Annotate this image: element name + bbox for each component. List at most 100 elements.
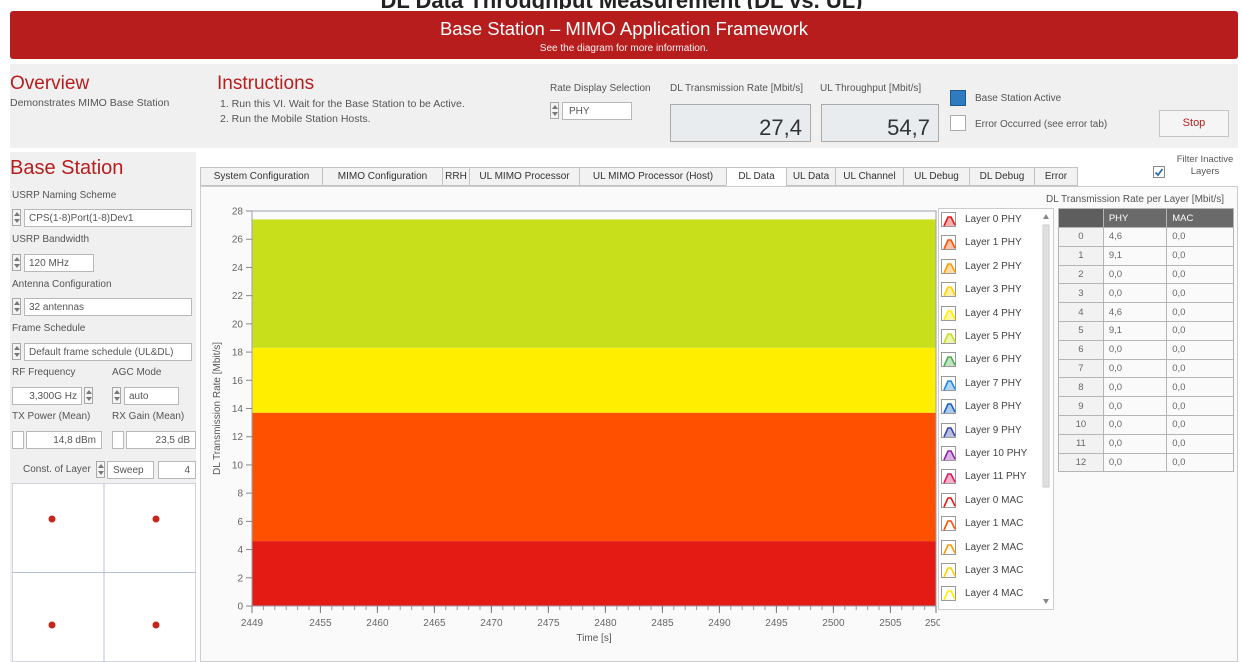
x-tick-label: 2455 [309, 618, 332, 629]
tab-ul-mimo-processor-host[interactable]: UL MIMO Processor (Host) [579, 167, 727, 186]
legend-item[interactable]: Layer 0 PHY [941, 211, 1045, 229]
rf-frequency-spinner[interactable] [84, 387, 93, 404]
tab-ul-channel[interactable]: UL Channel [835, 167, 904, 186]
plot-line-icon [941, 235, 956, 251]
legend-item[interactable]: Layer 5 PHY [941, 328, 1045, 346]
plot-line-icon [941, 516, 956, 532]
tab-error[interactable]: Error [1034, 167, 1078, 186]
table-cell-phy: 0,0 [1102, 414, 1168, 435]
instructions-line-1: 1. Run this VI. Wait for the Base Statio… [220, 98, 465, 110]
plot-legend: Layer 0 PHY Layer 1 PHY Layer 2 PHY Layer 3… [938, 208, 1054, 610]
y-tick-label: 18 [232, 348, 244, 359]
layer-rate-table: PHY MAC 0 4,6 0,0 1 9,1 0,0 2 0,0 0,0 3 0,0 0,0 4 4,6… [1058, 208, 1234, 473]
legend-item[interactable]: Layer 1 PHY [941, 234, 1045, 252]
const-layer-field[interactable]: 4 [158, 461, 196, 479]
x-tick-label: 2465 [423, 618, 446, 629]
legend-item[interactable]: Layer 2 PHY [941, 258, 1045, 276]
overview-text: Demonstrates MIMO Base Station [10, 97, 170, 109]
constellation-point [48, 515, 56, 523]
tab-mimo-configuration[interactable]: MIMO Configuration [322, 167, 443, 186]
ul-rate-label: UL Throughput [Mbit/s] [820, 83, 922, 94]
legend-item[interactable]: Layer 3 MAC [941, 562, 1045, 580]
rx-gain-label: RX Gain (Mean) [112, 411, 185, 422]
legend-scroll-arrows [1042, 214, 1050, 604]
table-cell-phy: 4,6 [1102, 227, 1168, 247]
table-title: DL Transmission Rate per Layer [Mbit/s] [1046, 194, 1225, 205]
table-cell-mac: 0,0 [1166, 320, 1234, 341]
y-tick-label: 24 [232, 263, 244, 274]
legend-label: Layer 0 MAC [965, 494, 1024, 506]
legend-label: Layer 5 PHY [965, 331, 1022, 342]
legend-item[interactable]: Layer 11 PHY [941, 468, 1045, 486]
tab-ul-mimo-processor[interactable]: UL MIMO Processor [469, 167, 580, 186]
naming-scheme-label: USRP Naming Scheme [12, 190, 117, 201]
legend-item[interactable]: Layer 8 PHY [941, 398, 1045, 416]
rf-frequency-field[interactable]: 3,300G Hz [12, 387, 82, 405]
naming-scheme-spinner[interactable] [12, 209, 21, 226]
naming-scheme-field[interactable]: CPS(1-8)Port(1-8)Dev1 [24, 209, 192, 227]
legend-label: Layer 1 MAC [965, 518, 1024, 530]
table-row-index: 11 [1058, 433, 1104, 454]
table-row-index: 6 [1058, 339, 1104, 360]
x-tick-label: 2505 [879, 618, 902, 629]
legend-item[interactable]: Layer 0 MAC [941, 492, 1045, 510]
rx-gain-indicator [112, 431, 124, 449]
legend-item[interactable]: Layer 2 MAC [941, 539, 1045, 557]
rate-display-select[interactable]: PHY [562, 102, 632, 120]
const-layer-spinner[interactable] [96, 461, 105, 478]
agc-mode-spinner[interactable] [112, 387, 121, 404]
rate-display-spinner[interactable] [550, 102, 559, 119]
table-row: 4 4,6 0,0 [1058, 302, 1234, 322]
frame-schedule-spinner[interactable] [12, 343, 21, 360]
filter-inactive-checkbox[interactable] [1153, 166, 1165, 178]
table-row-index: 12 [1058, 452, 1104, 473]
tab-dl-debug[interactable]: DL Debug [969, 167, 1035, 186]
constellation-point [152, 621, 160, 629]
legend-item[interactable]: Layer 9 PHY [941, 422, 1045, 440]
bandwidth-spinner[interactable] [12, 254, 21, 271]
table-row: 9 0,0 0,0 [1058, 396, 1234, 416]
table-cell-phy: 0,0 [1102, 377, 1168, 398]
frame-schedule-field[interactable]: Default frame schedule (UL&DL) [24, 343, 192, 361]
table-cell-mac: 0,0 [1166, 358, 1234, 379]
plot-line-icon [941, 586, 956, 602]
legend-item[interactable]: Layer 10 PHY [941, 445, 1045, 463]
ul-rate-value: 54,7 [821, 104, 939, 142]
legend-item[interactable]: Layer 3 PHY [941, 281, 1045, 299]
tx-power-label: TX Power (Mean) [12, 411, 91, 422]
bandwidth-field[interactable]: 120 MHz [24, 254, 94, 272]
tab-rrh[interactable]: RRH [442, 167, 470, 186]
legend-label: Layer 3 MAC [965, 565, 1024, 576]
antenna-config-field[interactable]: 32 antennas [24, 298, 192, 316]
table-row-index: 8 [1058, 377, 1104, 398]
dl-rate-value: 27,4 [670, 104, 811, 142]
plot-line-icon [941, 469, 956, 485]
const-mode-field[interactable]: Sweep [107, 461, 154, 479]
tab-system-configuration[interactable]: System Configuration [200, 167, 323, 186]
legend-item[interactable]: Layer 4 MAC [941, 585, 1045, 603]
legend-item[interactable]: Layer 6 PHY [941, 351, 1045, 369]
plot-line-icon [941, 375, 956, 391]
legend-scrollbar[interactable] [1040, 211, 1052, 607]
legend-item[interactable]: Layer 1 MAC [941, 515, 1045, 533]
agc-mode-field[interactable]: auto [124, 387, 179, 405]
legend-item[interactable]: Layer 4 PHY [941, 305, 1045, 323]
table-cell-mac: 0,0 [1166, 227, 1234, 247]
table-row: 0 4,6 0,0 [1058, 227, 1234, 247]
table-row-index: 2 [1058, 264, 1104, 285]
antenna-config-spinner[interactable] [12, 298, 21, 315]
tab-ul-data[interactable]: UL Data [786, 167, 836, 186]
stop-button[interactable]: Stop [1159, 110, 1229, 137]
tab-dl-data[interactable]: DL Data [726, 167, 787, 186]
y-tick-label: 14 [232, 404, 244, 415]
rf-frequency-label: RF Frequency [12, 367, 76, 378]
legend-label: Layer 3 PHY [965, 284, 1022, 296]
legend-label: Layer 4 PHY [965, 307, 1022, 319]
plot-line-icon [941, 329, 956, 344]
legend-item[interactable]: Layer 7 PHY [941, 375, 1045, 393]
table-row: 8 0,0 0,0 [1058, 377, 1234, 398]
x-tick-label: 2475 [537, 618, 560, 629]
tab-ul-debug[interactable]: UL Debug [903, 167, 970, 186]
table-corner [1058, 208, 1104, 228]
constellation-plot [12, 483, 196, 662]
